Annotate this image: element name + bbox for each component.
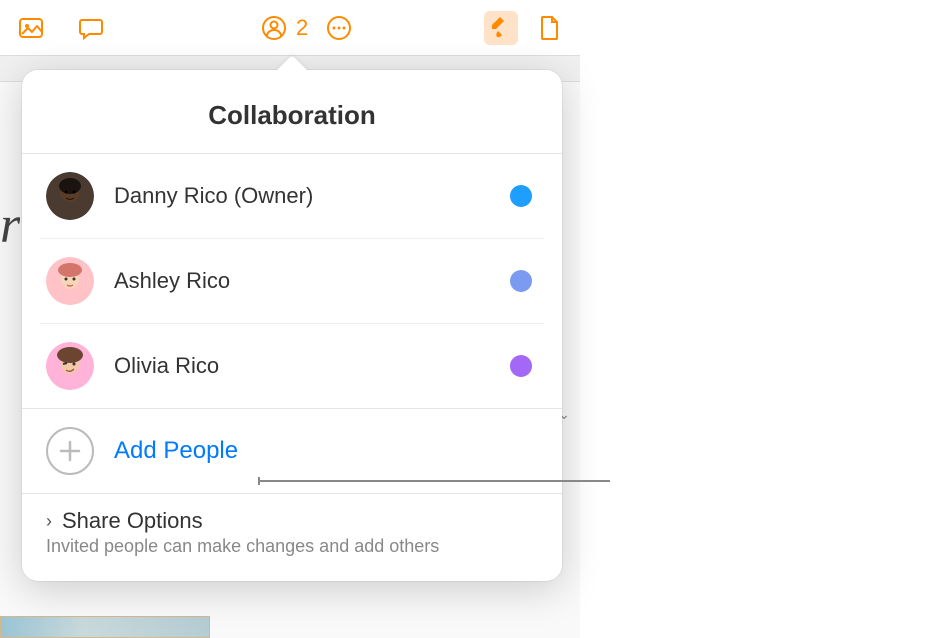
popover-title: Collaboration <box>22 70 562 154</box>
chevron-right-icon: › <box>46 511 52 532</box>
participant-list: Danny Rico (Owner) Ashley Rico Olivia Ri… <box>22 154 562 408</box>
callout-line <box>258 480 610 482</box>
collaboration-count: 2 <box>296 15 308 41</box>
insert-media-button[interactable] <box>14 11 48 45</box>
status-dot <box>510 270 532 292</box>
share-options-title: Share Options <box>62 508 203 534</box>
avatar <box>46 342 94 390</box>
background-text-fragment: r <box>0 78 20 618</box>
participant-name: Ashley Rico <box>114 268 510 294</box>
participant-row[interactable]: Olivia Rico <box>40 324 544 408</box>
status-dot <box>510 355 532 377</box>
participant-name: Olivia Rico <box>114 353 510 379</box>
avatar <box>46 172 94 220</box>
background-image-fragment <box>0 616 210 638</box>
add-people-label: Add People <box>114 437 238 465</box>
toolbar: 2 <box>0 0 580 56</box>
share-options-subtitle: Invited people can make changes and add … <box>46 536 538 557</box>
collaboration-button[interactable] <box>260 11 288 45</box>
participant-row[interactable]: Danny Rico (Owner) <box>40 154 544 239</box>
comment-button[interactable] <box>74 11 108 45</box>
participant-name: Danny Rico (Owner) <box>114 183 510 209</box>
avatar <box>46 257 94 305</box>
format-brush-button[interactable] <box>484 11 518 45</box>
plus-icon <box>46 427 94 475</box>
document-button[interactable] <box>532 11 566 45</box>
collaboration-popover: Collaboration Danny Rico (Owner) Ashley … <box>22 70 562 581</box>
more-button[interactable] <box>322 11 356 45</box>
share-options-button[interactable]: › Share Options Invited people can make … <box>22 494 562 581</box>
status-dot <box>510 185 532 207</box>
participant-row[interactable]: Ashley Rico <box>40 239 544 324</box>
